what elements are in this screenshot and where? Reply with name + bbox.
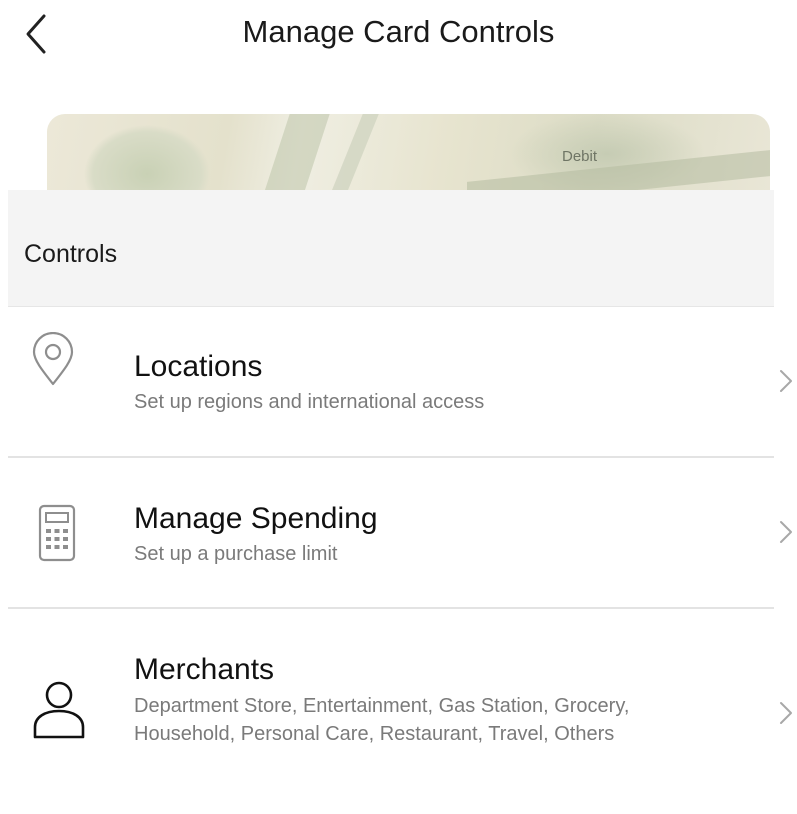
card-image: Debit (47, 114, 770, 192)
section-title: Controls (24, 240, 118, 268)
row-subtitle: Department Store, Entertainment, Gas Sta… (134, 695, 630, 745)
row-title: Merchants (134, 653, 275, 686)
location-pin-icon (30, 331, 76, 393)
section-header: Controls (8, 190, 774, 307)
row-title: Manage Spending (134, 502, 378, 535)
merchants-row[interactable]: Merchants Department Store, Entertainmen… (8, 609, 792, 814)
locations-row[interactable]: Locations Set up regions and internation… (8, 306, 792, 458)
row-subtitle: Set up a purchase limit (134, 543, 338, 565)
card-texture (467, 150, 770, 192)
card-texture (264, 114, 330, 192)
page-title: Manage Card Controls (242, 14, 555, 49)
chevron-right-icon (780, 521, 792, 543)
person-icon (32, 679, 86, 746)
card-type-label: Debit (562, 148, 598, 165)
chevron-right-icon (780, 370, 792, 392)
card-texture (331, 114, 379, 192)
app-header: Manage Card Controls (0, 0, 797, 70)
row-subtitle: Set up regions and international access (134, 391, 485, 413)
row-title: Locations (134, 350, 263, 383)
manage-spending-row[interactable]: Manage Spending Set up a purchase limit (8, 458, 792, 609)
chevron-right-icon (780, 702, 792, 724)
calculator-icon (38, 504, 76, 567)
